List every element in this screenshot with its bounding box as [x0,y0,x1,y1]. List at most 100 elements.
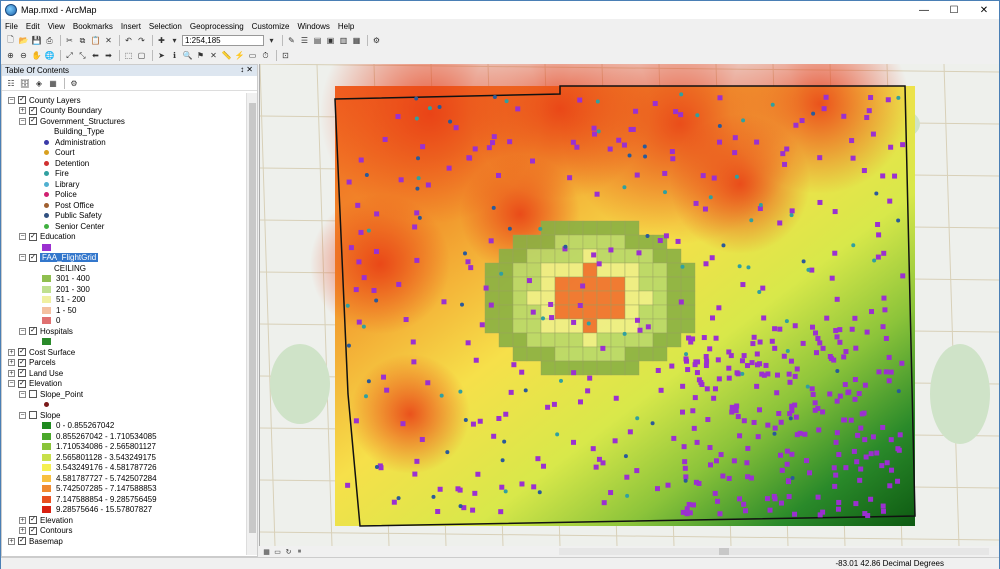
toc-row[interactable]: 201 - 300 [30,284,90,294]
toc-row[interactable]: Library [30,179,79,189]
save-icon[interactable]: 💾 [31,35,42,46]
toc-row[interactable]: + ✓ Contours [19,526,72,536]
list-by-selection-icon[interactable]: ▦ [47,77,59,89]
layer-visibility-checkbox[interactable]: ✓ [29,253,37,262]
toc-row[interactable]: Public Safety [30,211,102,221]
expand-icon[interactable]: + [19,516,26,524]
toc-pin-close-controls[interactable]: ↕ ✕ [240,65,253,74]
toc-row[interactable]: 4.581787727 - 5.742507284 [30,473,157,483]
pause-drawing-icon[interactable]: ⏸ [295,547,304,556]
menu-edit[interactable]: Edit [26,22,40,31]
toc-row[interactable]: 51 - 200 [30,295,85,305]
cut-icon[interactable]: ✂ [64,35,75,46]
refresh-icon[interactable]: ↻ [284,547,293,556]
add-data-icon[interactable]: ✚ [156,35,167,46]
paste-icon[interactable]: 📋 [90,35,101,46]
toc-row[interactable]: + ✓ County Boundary [19,106,102,116]
menu-view[interactable]: View [48,22,65,31]
forward-extent-icon[interactable]: ➡ [103,50,114,61]
toc-row[interactable]: + ✓ Elevation [19,515,73,525]
toc-row[interactable]: Building_Type [30,127,104,137]
toc-row[interactable]: 301 - 400 [30,274,90,284]
delete-icon[interactable]: ✕ [103,35,114,46]
collapse-icon[interactable]: − [19,390,26,398]
collapse-icon[interactable]: − [8,96,15,104]
layer-visibility-checkbox[interactable]: ✓ [29,106,37,115]
toc-row[interactable]: 1 - 50 [30,305,76,315]
layer-visibility-checkbox[interactable]: ✓ [18,358,26,367]
toc-vertical-scrollbar[interactable] [246,93,257,555]
collapse-icon[interactable]: − [19,327,26,335]
toc-row[interactable]: Detention [30,158,89,168]
maximize-button[interactable]: ☐ [939,1,969,19]
toc-row[interactable]: − ✓ Elevation [8,379,62,389]
zoom-out-icon[interactable]: ⊖ [18,50,29,61]
toc-row[interactable]: 1.710534086 - 2.565801127 [30,442,156,452]
find-icon[interactable]: 🔍 [182,50,193,61]
toc-row[interactable]: − ✓ FAA_FlightGrid [19,253,99,263]
toc-row[interactable] [30,337,56,347]
toc-row[interactable]: + ✓ Basemap [8,536,63,546]
toc-row[interactable]: + ✓ Cost Surface [8,347,75,357]
back-extent-icon[interactable]: ⬅ [90,50,101,61]
menu-geoprocessing[interactable]: Geoprocessing [190,22,244,31]
model-builder-icon[interactable]: ⚙ [371,35,382,46]
undo-icon[interactable]: ↶ [123,35,134,46]
table-of-contents-icon[interactable]: ☰ [299,35,310,46]
expand-icon[interactable]: + [19,107,26,114]
layer-visibility-checkbox[interactable]: ✓ [29,526,37,535]
list-by-visibility-icon[interactable]: ◈ [33,77,45,89]
layer-visibility-checkbox[interactable] [29,390,37,398]
toc-row[interactable]: Post Office [30,200,94,210]
full-extent-icon[interactable]: 🌐 [44,50,55,61]
find-route-icon[interactable]: ⚑ [195,50,206,61]
toc-row[interactable]: Fire [30,169,69,179]
expand-icon[interactable]: + [8,369,15,377]
go-to-xy-icon[interactable]: ✕ [208,50,219,61]
toc-row[interactable]: Administration [30,137,106,147]
redo-icon[interactable]: ↷ [136,35,147,46]
menu-bookmarks[interactable]: Bookmarks [73,22,113,31]
select-elements-icon[interactable]: ➤ [156,50,167,61]
toc-row[interactable]: 3.543249176 - 4.581787726 [30,463,157,473]
toc-row[interactable]: − Slope_Point [19,389,83,399]
zoom-in-icon[interactable]: ⊕ [5,50,16,61]
select-features-icon[interactable]: ⬚ [123,50,134,61]
toc-row[interactable]: Police [30,190,77,200]
toc-row[interactable]: 5.742507285 - 7.147588853 [30,484,157,494]
layer-visibility-checkbox[interactable]: ✓ [18,537,26,545]
fixed-zoom-out-icon[interactable]: ⤡ [77,50,88,61]
toc-row[interactable]: 0.855267042 - 1.710534085 [30,431,157,441]
toc-row[interactable]: − ✓ Education [19,232,76,242]
toc-row[interactable]: 2.565801128 - 3.543249175 [30,452,156,462]
expand-icon[interactable]: + [8,348,15,356]
layer-visibility-checkbox[interactable]: ✓ [29,117,37,125]
toc-row[interactable]: − ✓ Government_Structures [19,116,125,126]
toc-row[interactable]: + ✓ Land Use [8,368,63,378]
map-scale-input[interactable]: 1:254,185 [182,35,264,46]
list-by-drawing-order-icon[interactable]: ☷ [5,77,17,89]
close-window-button[interactable]: ✕ [969,1,999,19]
toc-options-icon[interactable]: ⚙ [68,77,80,89]
catalog-window-icon[interactable]: ▤ [312,35,323,46]
toc-row[interactable] [30,242,56,252]
menu-file[interactable]: File [5,22,18,31]
layer-visibility-checkbox[interactable]: ✓ [18,96,26,104]
layer-visibility-checkbox[interactable]: ✓ [29,516,37,524]
toc-row[interactable]: 7.147588854 - 9.285756459 [30,494,157,504]
toc-row[interactable] [30,400,55,410]
python-window-icon[interactable]: ▦ [351,35,362,46]
map-view[interactable] [259,64,999,546]
menu-windows[interactable]: Windows [297,22,329,31]
create-viewer-window-icon[interactable]: ⊡ [280,50,291,61]
clear-selection-icon[interactable]: ▢ [136,50,147,61]
layer-visibility-checkbox[interactable]: ✓ [18,348,26,356]
toc-row[interactable]: CEILING [30,263,86,273]
expand-icon[interactable]: + [8,537,15,545]
expand-icon[interactable]: + [19,527,26,534]
open-folder-icon[interactable]: 📂 [18,35,29,46]
list-by-source-icon[interactable]: 🗄 [19,77,31,89]
menu-customize[interactable]: Customize [252,22,290,31]
collapse-icon[interactable]: − [19,411,26,419]
search-window-icon[interactable]: ▣ [325,35,336,46]
